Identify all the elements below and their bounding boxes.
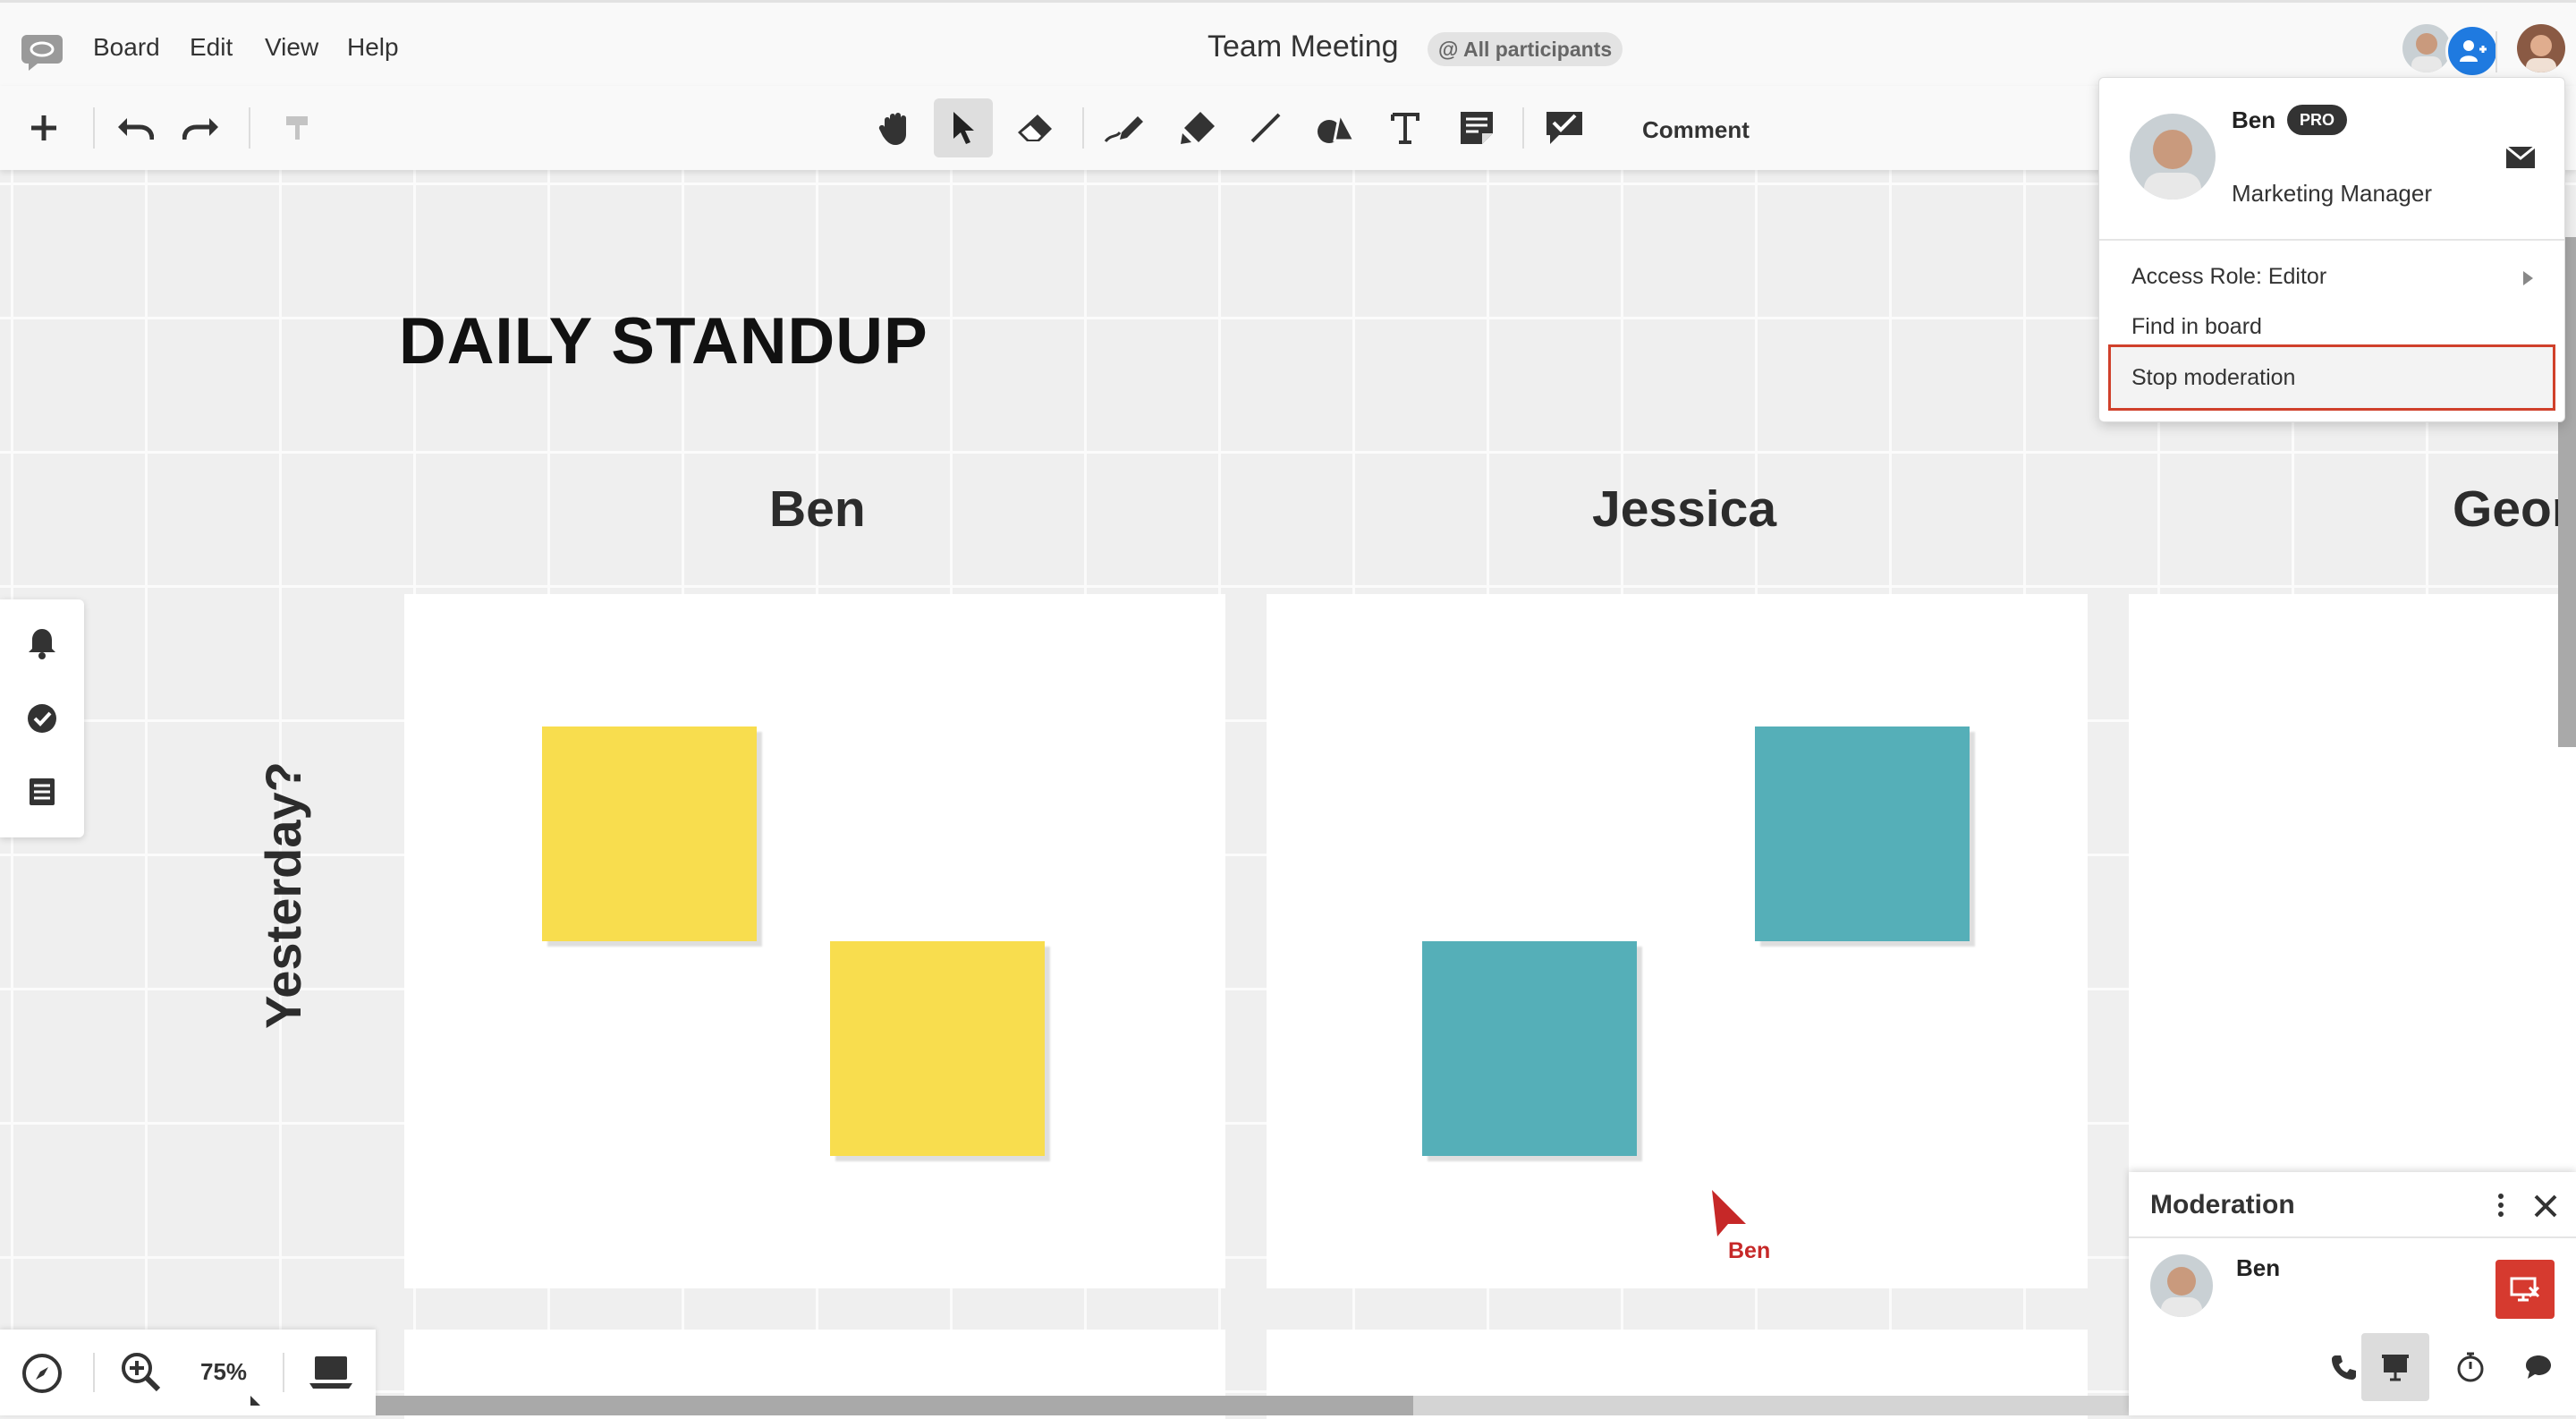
- more-options-icon[interactable]: [2496, 1192, 2506, 1219]
- stop-moderation-item[interactable]: Stop moderation: [2108, 344, 2555, 411]
- stop-moderation-label[interactable]: Stop moderation: [2131, 365, 2295, 391]
- moderation-panel: Moderation Ben: [2129, 1172, 2576, 1415]
- nav-divider: [283, 1353, 284, 1392]
- menu-divider: [2496, 31, 2497, 72]
- laptop-icon[interactable]: [309, 1355, 352, 1390]
- sticky-note[interactable]: [1755, 726, 1970, 941]
- find-in-board-item[interactable]: Find in board: [2131, 314, 2262, 340]
- timer-icon[interactable]: [2445, 1342, 2496, 1392]
- add-icon[interactable]: [14, 98, 73, 157]
- card-jessica[interactable]: [1267, 594, 2088, 1288]
- current-user-avatar[interactable]: [2517, 24, 2565, 72]
- chat-icon[interactable]: [2513, 1342, 2563, 1392]
- bell-icon[interactable]: [21, 623, 63, 664]
- popup-avatar: [2130, 114, 2216, 200]
- list-icon[interactable]: [21, 771, 63, 812]
- column-header-george[interactable]: Geor: [2453, 480, 2572, 539]
- popup-user-role: Marketing Manager: [2232, 180, 2432, 207]
- compass-icon[interactable]: [21, 1353, 63, 1394]
- pro-badge: PRO: [2287, 105, 2348, 135]
- access-role-item[interactable]: Access Role: Editor: [2131, 264, 2326, 290]
- nav-divider: [93, 1353, 95, 1392]
- toolbar-divider: [249, 107, 250, 149]
- zoom-level[interactable]: 75%: [200, 1358, 247, 1386]
- format-painter-icon[interactable]: [268, 98, 327, 157]
- board-name[interactable]: Team Meeting: [1208, 30, 1399, 64]
- sticky-note[interactable]: [1422, 941, 1637, 1156]
- horizontal-scrollbar-thumb[interactable]: [376, 1396, 1413, 1415]
- side-panel: [0, 599, 84, 837]
- bottom-navigation: 75%: [0, 1330, 376, 1415]
- column-header-ben[interactable]: Ben: [769, 480, 866, 539]
- add-participant-icon[interactable]: [2445, 24, 2499, 78]
- text-icon[interactable]: [1376, 98, 1435, 157]
- presentation-icon[interactable]: [2361, 1333, 2429, 1401]
- popup-user-name: Ben: [2232, 106, 2276, 133]
- shapes-icon[interactable]: [1306, 98, 1365, 157]
- menu-view[interactable]: View: [265, 33, 318, 62]
- menu-board[interactable]: Board: [93, 33, 160, 62]
- select-icon[interactable]: [934, 98, 993, 157]
- moderation-divider: [2129, 1236, 2576, 1238]
- menu-edit[interactable]: Edit: [190, 33, 233, 62]
- mail-icon[interactable]: [2505, 146, 2536, 169]
- moderation-title: Moderation: [2150, 1190, 2295, 1219]
- check-circle-icon[interactable]: [21, 698, 63, 739]
- menu-bar: Board Edit View Help Team Meeting @ All …: [0, 0, 2576, 89]
- row-header-yesterday[interactable]: Yesterday?: [254, 761, 312, 1029]
- eraser-icon[interactable]: [1005, 98, 1064, 157]
- close-icon[interactable]: [2533, 1194, 2558, 1219]
- hand-icon[interactable]: [866, 98, 925, 157]
- user-popup-menu: Ben PRO Marketing Manager Access Role: E…: [2098, 77, 2565, 422]
- submenu-arrow-icon: [2523, 271, 2533, 285]
- card-ben[interactable]: [404, 594, 1225, 1288]
- remote-cursor-icon: [1708, 1188, 1750, 1238]
- zoom-in-icon[interactable]: [120, 1351, 161, 1392]
- undo-icon[interactable]: [106, 98, 165, 157]
- stop-presenting-button[interactable]: [2496, 1260, 2555, 1319]
- zoom-dropdown-icon[interactable]: [250, 1396, 260, 1406]
- sticky-note[interactable]: [830, 941, 1045, 1156]
- popup-divider: [2099, 239, 2564, 241]
- comment-icon[interactable]: [1535, 98, 1594, 157]
- sticky-note-icon[interactable]: [1447, 98, 1506, 157]
- remote-cursor-label: Ben: [1728, 1238, 1771, 1263]
- redo-icon[interactable]: [172, 98, 231, 157]
- line-icon[interactable]: [1236, 98, 1295, 157]
- pen-icon[interactable]: [1095, 98, 1154, 157]
- participant-avatar[interactable]: [2402, 24, 2451, 72]
- participants-pill[interactable]: @ All participants: [1428, 32, 1623, 66]
- toolbar-divider: [1522, 107, 1524, 149]
- card-george[interactable]: [2129, 594, 2576, 1172]
- moderator-avatar: [2150, 1254, 2213, 1317]
- moderator-name: Ben: [2236, 1254, 2281, 1281]
- column-header-jessica[interactable]: Jessica: [1592, 480, 1776, 539]
- menu-help[interactable]: Help: [347, 33, 399, 62]
- sticky-note[interactable]: [542, 726, 757, 941]
- app-logo-icon[interactable]: [20, 33, 64, 72]
- highlighter-icon[interactable]: [1168, 98, 1227, 157]
- board-title-text[interactable]: DAILY STANDUP: [399, 304, 928, 378]
- comment-button-label[interactable]: Comment: [1642, 116, 1750, 144]
- toolbar-divider: [1082, 107, 1084, 149]
- toolbar-divider: [93, 107, 95, 149]
